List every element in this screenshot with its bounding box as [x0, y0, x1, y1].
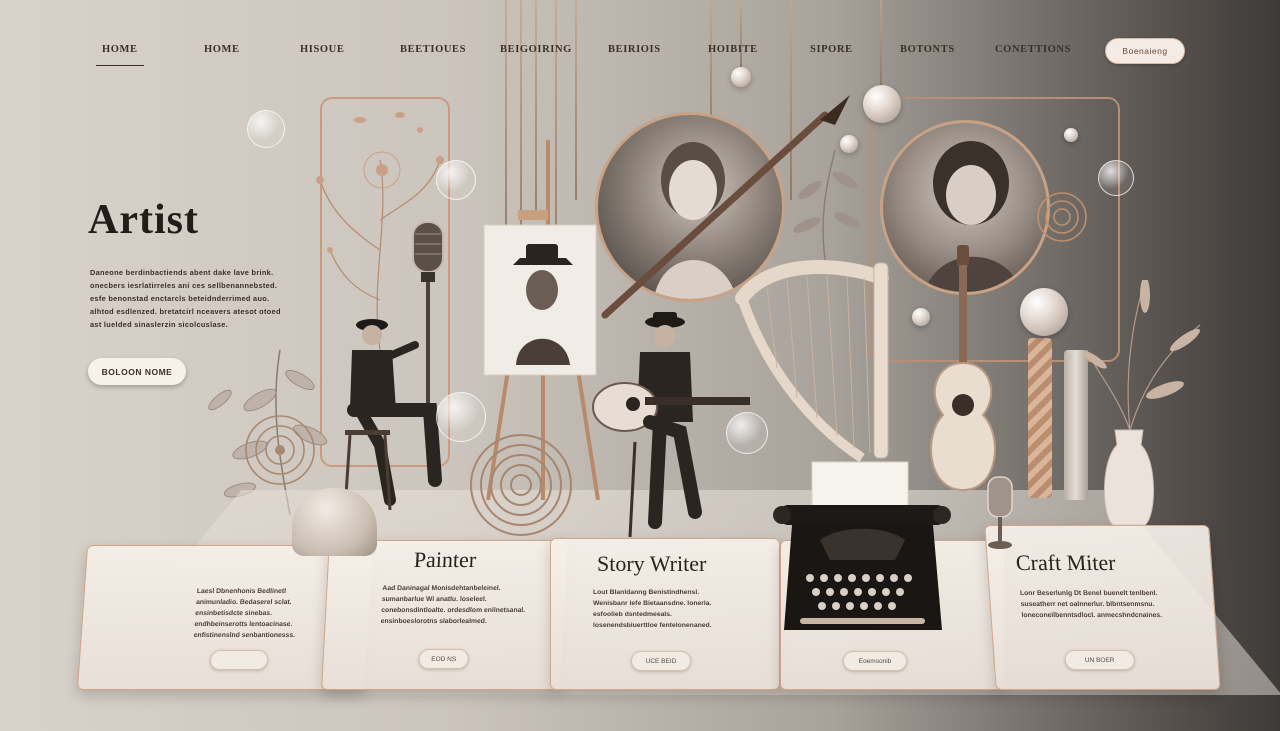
leaf-branch-icon-2: [793, 150, 860, 260]
card-button[interactable]: EOD NS: [418, 649, 470, 669]
spiral-decoration-icon-2: [1037, 192, 1087, 242]
spiral-decoration-icon: [245, 415, 315, 485]
card-button[interactable]: [209, 650, 269, 670]
pearl-orb: [1064, 128, 1078, 142]
vase-plant-icon: [1085, 280, 1201, 526]
top-navigation: HOME HOME HISOUE BEETIOUES BEIGOIRING BE…: [90, 38, 1185, 66]
glass-bubble: [726, 412, 768, 454]
card-title: Craft Miter: [1014, 550, 1117, 575]
card-description: Aad Daninagal Monisdehtanbeleinel. suman…: [380, 585, 526, 625]
card-title: Story Writer: [597, 551, 707, 576]
nav-item-conettions[interactable]: CONETTIONS: [995, 44, 1071, 55]
pearl-orb: [912, 308, 930, 326]
card-button[interactable]: Eoemsonib: [843, 651, 907, 671]
glass-bubble: [247, 110, 285, 148]
card-description: Lout Blanldanng Benistindhensl. Wenisban…: [593, 589, 712, 629]
pearl-orb: [731, 67, 751, 87]
nav-cta-button[interactable]: Boenaieng: [1105, 38, 1185, 64]
glass-bubble: [1098, 160, 1134, 196]
small-microphone-icon: [987, 476, 1013, 549]
nav-item-beirioais[interactable]: BEIRIOIS: [608, 44, 661, 55]
typewriter-icon: [773, 461, 951, 630]
nav-item-beetioues[interactable]: BEETIOUES: [400, 44, 466, 55]
story-writer-card[interactable]: Story Writer Lout Blanldanng Benistindhe…: [550, 538, 780, 690]
pearl-orb: [840, 135, 858, 153]
card-button[interactable]: UN BOER: [1063, 650, 1136, 670]
guitar-icon: [930, 245, 996, 492]
hat-sculpture: [292, 488, 377, 556]
nav-item-beigoiring[interactable]: BEIGOIRING: [500, 44, 572, 55]
pearl-orb: [863, 85, 901, 123]
painter-card[interactable]: Painter Aad Daninagal Monisdehtanbeleine…: [321, 540, 569, 690]
glass-bubble: [436, 392, 486, 442]
card-description: Lonr Beserlunlg Dt Benel buenelt tenlben…: [1019, 590, 1163, 619]
nav-item-home[interactable]: HOME: [96, 44, 144, 66]
card-description: Laesl Dbnenhonis Bedlinetl animunladio. …: [193, 588, 296, 639]
page-title: Artist: [88, 197, 199, 243]
pearl-orb: [1020, 288, 1068, 336]
nav-item-sipore[interactable]: SIPORE: [810, 44, 853, 55]
nav-item-hisoue[interactable]: HISOUE: [300, 44, 344, 55]
hero-description: Daneone berdinbactiends abent dake lave …: [90, 268, 281, 329]
card-button[interactable]: UCE BEID: [631, 651, 691, 671]
twisted-column: [1028, 338, 1052, 498]
hero-button[interactable]: BOLOON NOME: [88, 358, 186, 385]
glass-bubble: [436, 160, 476, 200]
nav-item-home-2[interactable]: HOME: [204, 44, 240, 55]
nav-item-hoibite[interactable]: HOIBITE: [708, 44, 758, 55]
card-title: Painter: [413, 547, 477, 572]
nav-item-botonts[interactable]: BOTONTS: [900, 44, 955, 55]
landing-page: HOME HOME HISOUE BEETIOUES BEIGOIRING BE…: [0, 0, 1280, 731]
spiral-sculpture-icon: [470, 434, 572, 536]
